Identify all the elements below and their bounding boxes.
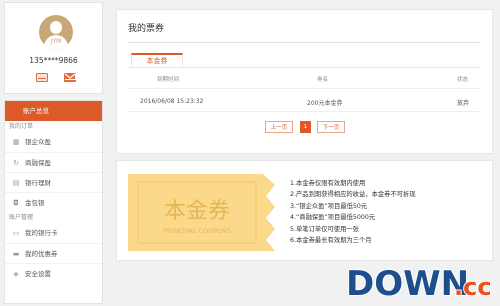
grid-icon: ▦ bbox=[12, 138, 20, 146]
coupon-icon: ▬ bbox=[12, 250, 20, 258]
card-icon[interactable] bbox=[36, 73, 48, 82]
bag-icon: ◘ bbox=[13, 199, 19, 207]
watermark-suffix: .cc bbox=[454, 273, 492, 301]
sidebar-item-bank-cards[interactable]: ▭ 我的银行卡 bbox=[5, 223, 102, 243]
tab-principal-coupon[interactable]: 本金券 bbox=[131, 53, 183, 68]
sidebar-item-label: 我的优惠券 bbox=[25, 250, 58, 258]
coupon-rules-list: 1.本金券仅限有效期内使用 2.产品到期获得相应的收益，本金券不可折现 3.“银… bbox=[290, 178, 416, 246]
sidebar: JYM 135****9866 账户总览 我的订单 ▦ 银企众盈 ↻ 商融保盈 … bbox=[4, 2, 103, 304]
bank-card-icon: ▭ bbox=[12, 229, 20, 237]
column-header-expire: 到期时间 bbox=[157, 77, 180, 83]
divider bbox=[128, 42, 481, 43]
cell-coupon-name: 200元本金券 bbox=[307, 100, 343, 107]
sidebar-item-label: 银企众盈 bbox=[25, 138, 51, 146]
coupon-rules-panel: 本金券 PRINCIPAL COUPONS 1.本金券仅限有效期内使用 2.产品… bbox=[116, 160, 493, 261]
coupon-title: 本金券 bbox=[164, 199, 230, 224]
column-header-status: 状态 bbox=[457, 77, 469, 83]
shield-icon: ◈ bbox=[13, 270, 19, 278]
sidebar-item-account-overview[interactable]: 账户总览 bbox=[5, 101, 102, 121]
sidebar-item-label: 安全设置 bbox=[25, 270, 51, 278]
sidebar-item-label: 金包银 bbox=[25, 199, 45, 207]
rule-item: 3.“银企众盈”项目最低50元 bbox=[290, 202, 368, 210]
user-phone: 135****9866 bbox=[29, 56, 78, 65]
calendar-icon: ▤ bbox=[12, 179, 20, 187]
cell-status[interactable]: 放弃 bbox=[457, 98, 469, 107]
menu-group-orders: 我的订单 bbox=[9, 123, 34, 130]
mail-icon[interactable] bbox=[64, 73, 76, 82]
rule-item: 6.本金券最长有效期为三个月 bbox=[290, 236, 372, 244]
watermark-text: DOWN bbox=[346, 264, 469, 302]
sidebar-item-bank-finance[interactable]: ▤ 银行理财 bbox=[5, 172, 102, 192]
avatar[interactable]: JYM bbox=[39, 15, 73, 49]
rule-item: 4.“商融保盈”项目最低5000元 bbox=[290, 214, 376, 222]
refresh-icon: ↻ bbox=[13, 159, 19, 167]
divider bbox=[128, 111, 481, 112]
sidebar-item-jinbaoyin[interactable]: ◘ 金包银 bbox=[5, 192, 102, 212]
sidebar-item-coupons[interactable]: ▬ 我的优惠券 bbox=[5, 243, 102, 263]
prev-page-button[interactable]: 上一页 bbox=[265, 121, 293, 133]
column-header-name: 券名 bbox=[317, 77, 329, 83]
profile-card: JYM 135****9866 bbox=[4, 2, 103, 94]
sidebar-item-label: 银行理财 bbox=[25, 179, 51, 187]
page-number-current[interactable]: 1 bbox=[300, 121, 311, 133]
sidebar-item-label: 商融保盈 bbox=[25, 159, 51, 167]
coupon-subtitle: PRINCIPAL COUPONS bbox=[163, 227, 231, 235]
sidebar-item-security[interactable]: ◈ 安全设置 bbox=[5, 263, 102, 283]
rule-item: 1.本金券仅限有效期内使用 bbox=[290, 180, 366, 187]
rule-item: 5.单笔订单仅可使用一张 bbox=[290, 225, 359, 233]
watermark-logo: DOWN .cc bbox=[345, 263, 493, 302]
sidebar-item-yinqi-zhongying[interactable]: ▦ 银企众盈 bbox=[5, 132, 102, 152]
page-title: 我的票券 bbox=[128, 24, 165, 34]
coupon-illustration: 本金券 PRINCIPAL COUPONS bbox=[128, 174, 275, 251]
sidebar-item-label: 账户总览 bbox=[23, 107, 49, 115]
sidebar-menu: 账户总览 我的订单 ▦ 银企众盈 ↻ 商融保盈 ▤ 银行理财 ◘ 金包银 账户管… bbox=[4, 100, 103, 304]
divider bbox=[128, 88, 481, 89]
menu-group-account: 账户管理 bbox=[9, 214, 34, 221]
next-page-button[interactable]: 下一页 bbox=[317, 121, 345, 133]
cell-expire: 2016/06/08 15:23:32 bbox=[140, 98, 204, 105]
divider bbox=[128, 67, 481, 68]
avatar-initials: JYM bbox=[50, 38, 62, 45]
sidebar-item-shangrong-baoying[interactable]: ↻ 商融保盈 bbox=[5, 152, 102, 172]
sidebar-item-label: 我的银行卡 bbox=[25, 229, 58, 237]
rule-item: 2.产品到期获得相应的收益，本金券不可折现 bbox=[290, 191, 416, 199]
tickets-panel: 我的票券 本金券 到期时间 券名 状态 2016/06/08 15:23:32 … bbox=[116, 9, 493, 154]
